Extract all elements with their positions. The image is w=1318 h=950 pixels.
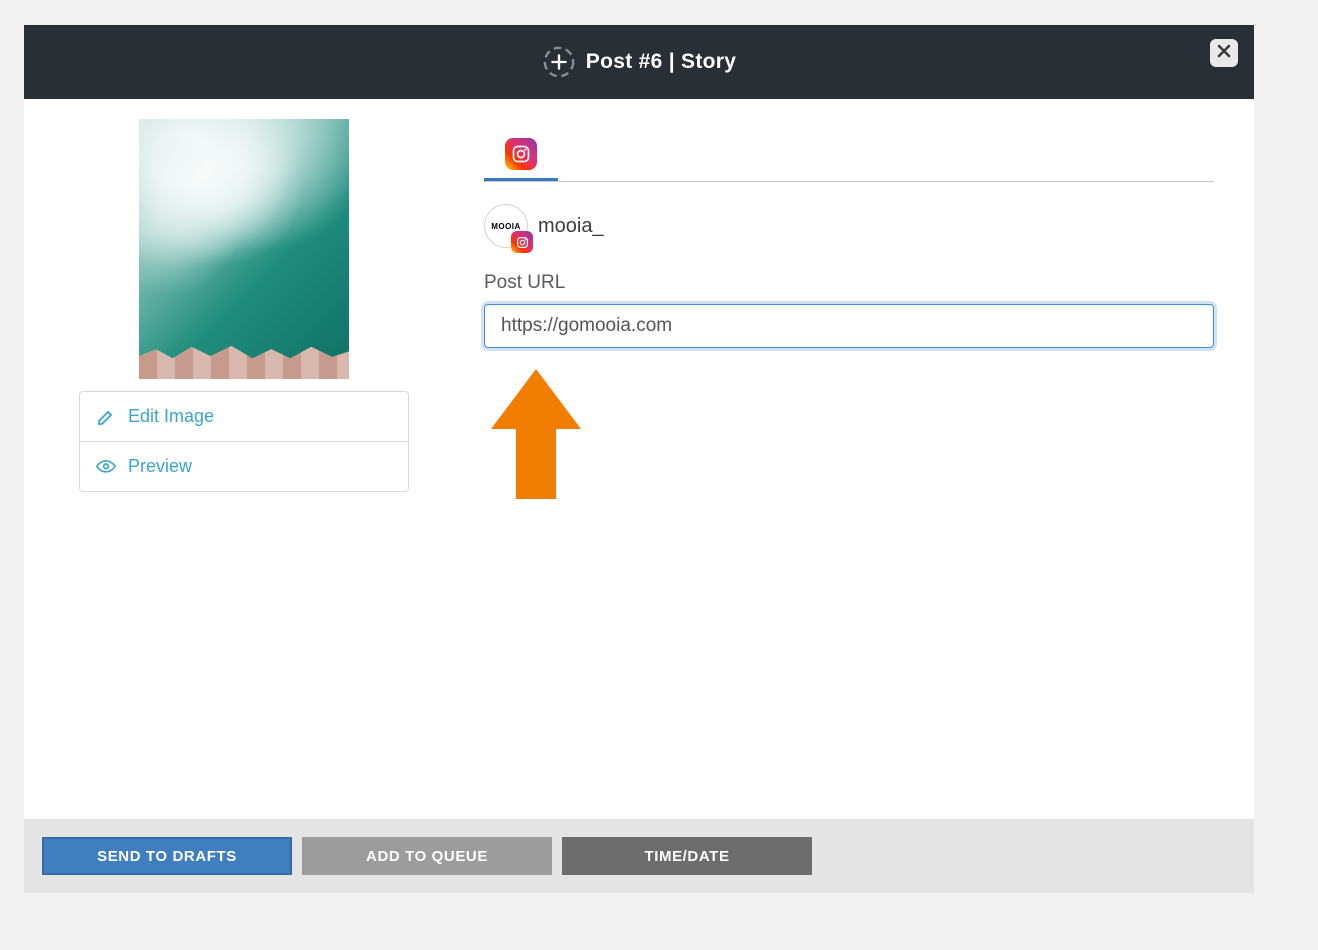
send-to-drafts-button[interactable]: SEND TO DRAFTS [42, 837, 292, 875]
queue-label: ADD TO QUEUE [366, 848, 488, 865]
pencil-icon [96, 407, 116, 427]
instagram-icon [505, 138, 537, 170]
modal-body: Edit Image Preview [24, 99, 1254, 819]
post-url-input[interactable] [484, 304, 1214, 348]
add-to-queue-button[interactable]: ADD TO QUEUE [302, 837, 552, 875]
add-post-icon [542, 45, 576, 79]
platform-tabs [484, 129, 1214, 182]
timedate-label: TIME/DATE [644, 848, 729, 865]
account-avatar[interactable]: MOOIA [484, 204, 528, 248]
modal-header: Post #6 | Story [24, 25, 1254, 99]
right-column: MOOIA mooia_ Post URL [424, 119, 1214, 799]
tab-instagram[interactable] [484, 129, 558, 181]
account-name: mooia_ [538, 215, 604, 238]
preview-button[interactable]: Preview [80, 441, 408, 491]
modal-title: Post #6 | Story [586, 50, 736, 74]
image-options: Edit Image Preview [79, 391, 409, 492]
attention-arrow-icon [486, 364, 1214, 509]
preview-label: Preview [128, 456, 192, 477]
modal-footer: SEND TO DRAFTS ADD TO QUEUE TIME/DATE [24, 819, 1254, 893]
close-button[interactable] [1210, 39, 1238, 67]
post-url-label: Post URL [484, 272, 1214, 294]
time-date-button[interactable]: TIME/DATE [562, 837, 812, 875]
avatar-text: MOOIA [491, 222, 521, 231]
left-column: Edit Image Preview [64, 119, 424, 799]
drafts-label: SEND TO DRAFTS [97, 848, 237, 865]
account-row: MOOIA mooia_ [484, 204, 1214, 248]
close-icon [1217, 44, 1231, 63]
edit-image-label: Edit Image [128, 406, 214, 427]
instagram-badge-icon [511, 231, 533, 253]
post-image-thumbnail[interactable] [139, 119, 349, 379]
post-editor-modal: Post #6 | Story Edit Image [24, 25, 1254, 893]
eye-icon [96, 460, 116, 473]
edit-image-button[interactable]: Edit Image [80, 392, 408, 441]
